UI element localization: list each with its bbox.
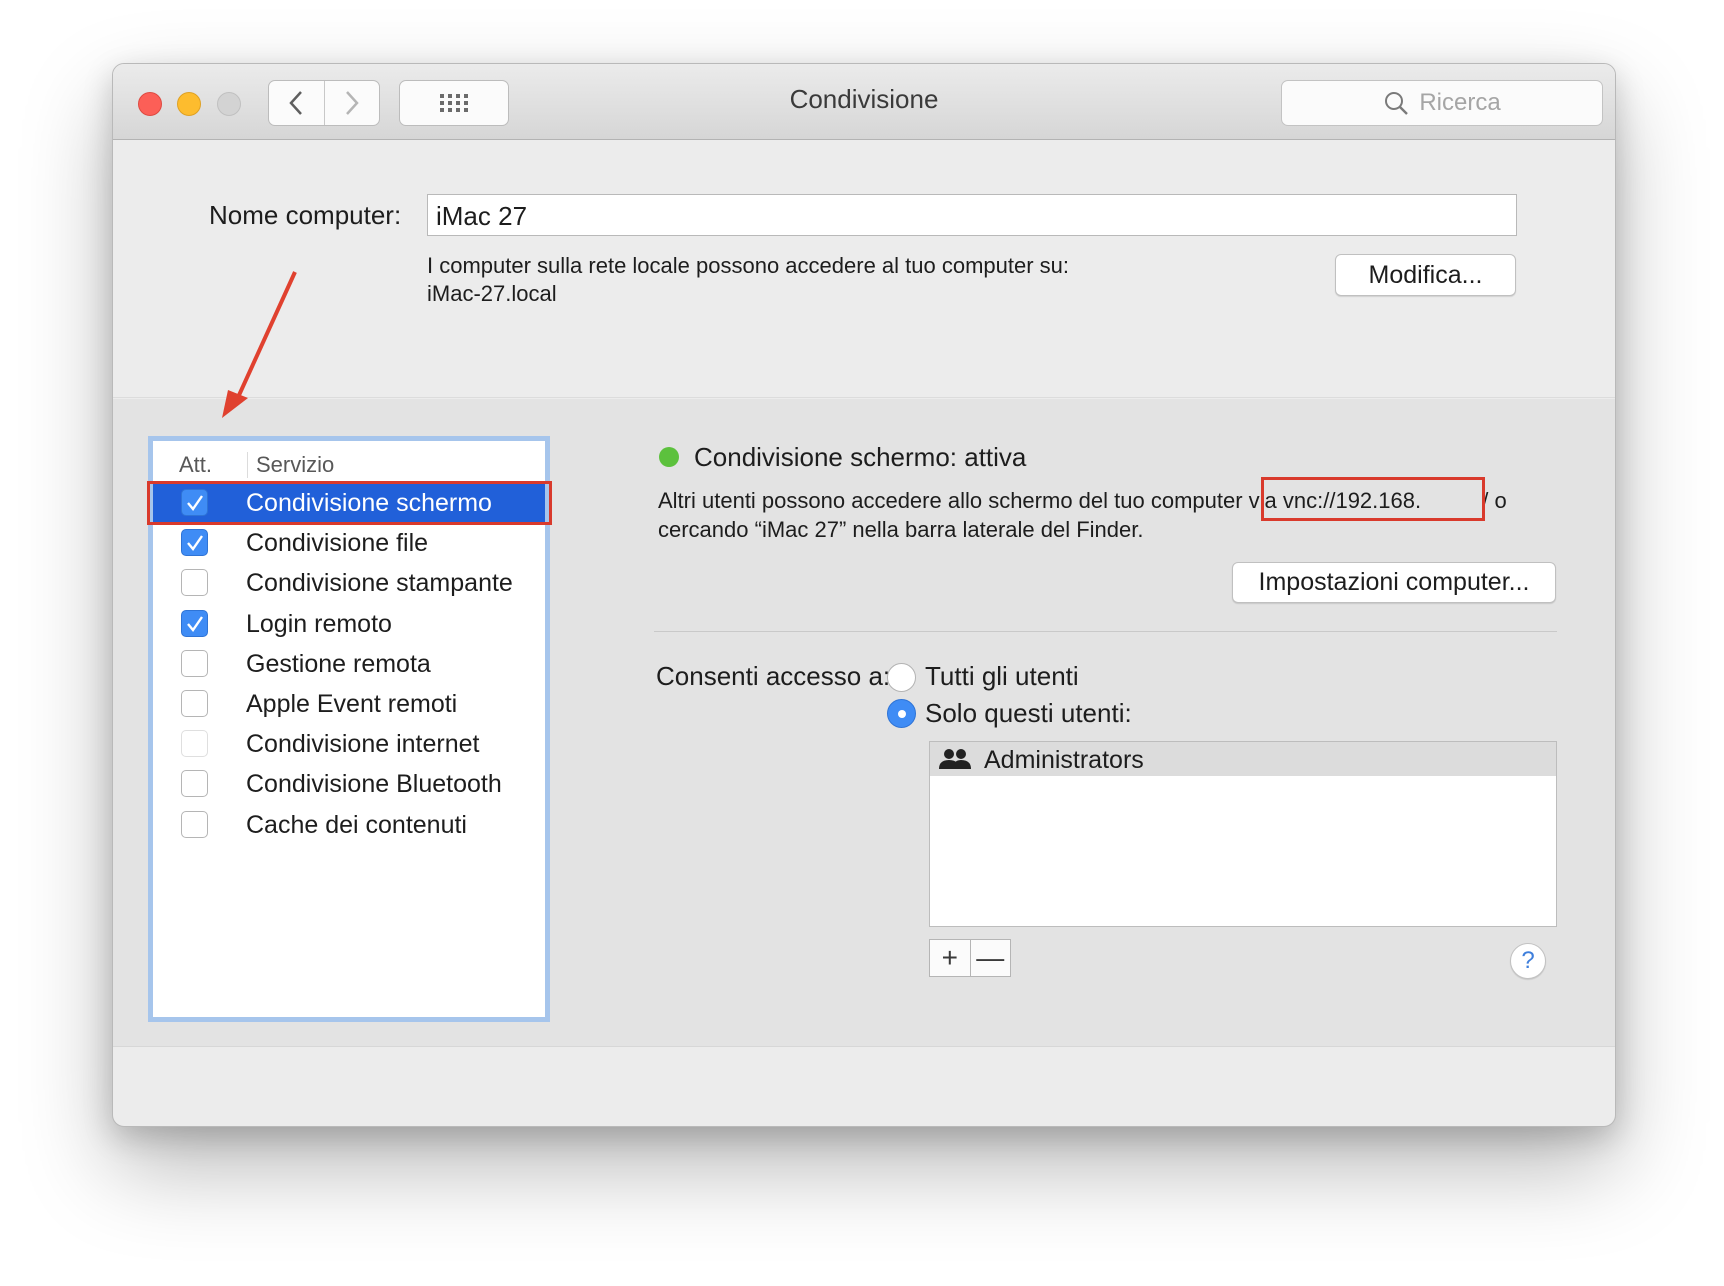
access-label: Consenti accesso a:: [656, 661, 891, 691]
computer-name-field[interactable]: iMac 27: [427, 194, 1517, 236]
radio-all-users[interactable]: [887, 663, 916, 692]
edit-name-button[interactable]: Modifica...: [1335, 254, 1516, 296]
service-label: Gestione remota: [246, 649, 431, 678]
service-row[interactable]: Condivisione schermo: [147, 480, 552, 526]
service-checkbox[interactable]: [181, 730, 208, 758]
local-address-description: I computer sulla rete locale possono acc…: [427, 253, 1070, 278]
title-bar: Condivisione Ricerca: [113, 64, 1615, 140]
service-checkbox[interactable]: [181, 689, 208, 717]
service-label: Condivisione schermo: [246, 489, 492, 517]
service-row[interactable]: Cache dei contenuti: [153, 805, 545, 845]
search-placeholder: Ricerca: [1419, 89, 1501, 116]
user-name: Administrators: [984, 746, 1144, 774]
add-user-button[interactable]: +: [930, 940, 970, 976]
allowed-users-list: Administrators: [929, 741, 1557, 927]
computer-settings-button[interactable]: Impostazioni computer...: [1232, 562, 1556, 603]
service-list: Att. Servizio Condivisione schermo Condiv…: [147, 436, 552, 1022]
sharing-main-section: Att. Servizio Condivisione schermo Condiv…: [113, 399, 1615, 1047]
status-indicator: [659, 447, 679, 467]
group-icon: [939, 749, 971, 769]
service-checkbox[interactable]: [181, 489, 208, 516]
service-checkbox[interactable]: [181, 810, 208, 838]
computer-name-label: Nome computer:: [209, 200, 402, 230]
remove-user-button[interactable]: —: [969, 940, 1011, 976]
service-checkbox[interactable]: [181, 529, 208, 557]
service-row[interactable]: Condivisione internet: [153, 724, 545, 764]
list-item[interactable]: Administrators: [930, 742, 1556, 776]
section-divider: [654, 631, 1557, 632]
header-service[interactable]: Servizio: [247, 452, 334, 478]
service-row[interactable]: Condivisione file: [153, 523, 545, 563]
search-icon: [1385, 92, 1409, 115]
vnc-highlight-box: [1261, 477, 1485, 521]
local-address-info: I computer sulla rete locale possono acc…: [427, 252, 1069, 308]
service-label: Cache dei contenuti: [246, 810, 467, 839]
service-row[interactable]: Gestione remota: [153, 644, 545, 684]
service-label: Condivisione internet: [246, 730, 480, 759]
service-label: Condivisione Bluetooth: [246, 770, 502, 799]
service-row[interactable]: Condivisione Bluetooth: [153, 764, 545, 804]
service-list-header: Att. Servizio: [153, 441, 545, 483]
help-button[interactable]: ?: [1510, 943, 1546, 979]
computer-name-section: Nome computer: iMac 27 I computer sulla …: [113, 140, 1615, 398]
radio-only-these-users-label[interactable]: Solo questi utenti:: [925, 698, 1132, 729]
service-checkbox[interactable]: [181, 569, 208, 597]
service-checkbox[interactable]: [181, 649, 208, 677]
add-remove-buttons: + —: [929, 939, 1011, 977]
local-hostname: iMac-27.local: [427, 281, 557, 306]
service-row[interactable]: Login remoto: [153, 604, 545, 644]
service-status-title: Condivisione schermo: attiva: [694, 442, 1027, 472]
service-row[interactable]: Apple Event remoti: [153, 684, 545, 724]
radio-only-these-users[interactable]: [887, 699, 916, 728]
service-row[interactable]: Condivisione stampante: [153, 563, 545, 603]
service-label: Login remoto: [246, 609, 392, 638]
service-checkbox[interactable]: [181, 770, 208, 798]
service-checkbox[interactable]: [181, 609, 208, 637]
service-label: Condivisione stampante: [246, 569, 513, 598]
search-field[interactable]: Ricerca: [1281, 80, 1603, 126]
radio-all-users-label[interactable]: Tutti gli utenti: [925, 661, 1079, 692]
sharing-window: Condivisione Ricerca Nome computer: iMac…: [112, 63, 1616, 1127]
service-label: Apple Event remoti: [246, 689, 458, 718]
service-label: Condivisione file: [246, 529, 429, 558]
header-on[interactable]: Att.: [179, 452, 212, 478]
